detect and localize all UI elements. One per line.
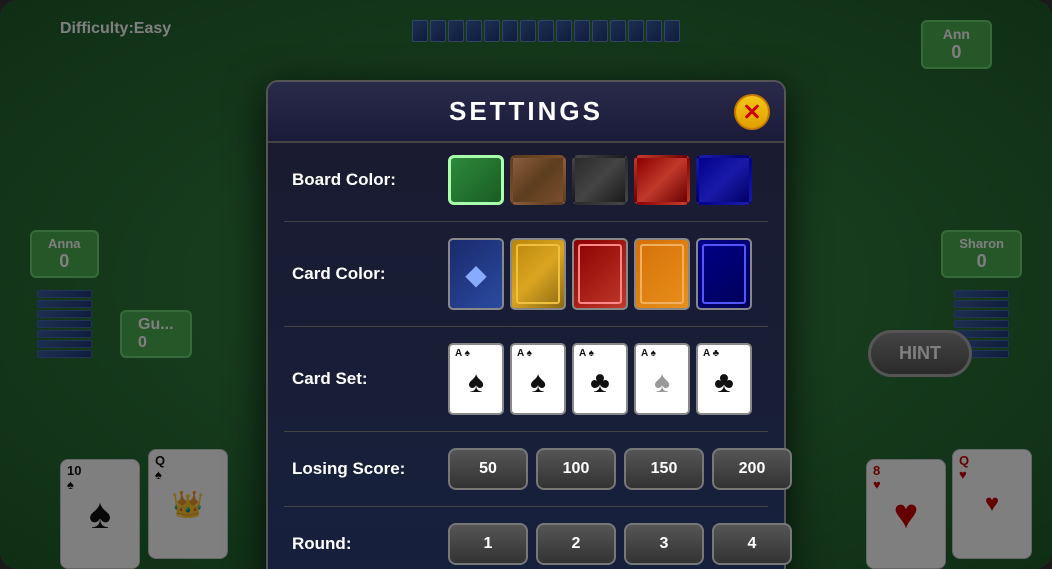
card-color-orange[interactable] bbox=[634, 238, 690, 310]
card-rank-label: A ♠ bbox=[579, 348, 594, 359]
board-color-label: Board Color: bbox=[292, 170, 432, 190]
board-color-green[interactable] bbox=[448, 155, 504, 205]
round-3-button[interactable]: 3 bbox=[624, 523, 704, 565]
score-50-button[interactable]: 50 bbox=[448, 448, 528, 490]
card-suit-icon: ♠ bbox=[530, 366, 546, 400]
card-color-label: Card Color: bbox=[292, 264, 432, 284]
card-set-2[interactable]: A ♠ ♠ bbox=[510, 343, 566, 415]
card-rank-label: A ♣ bbox=[703, 348, 719, 359]
card-set-3[interactable]: A ♠ ♣ bbox=[572, 343, 628, 415]
card-color-options bbox=[448, 238, 752, 310]
card-suit-icon: ♠ bbox=[468, 366, 484, 400]
card-set-label: Card Set: bbox=[292, 369, 432, 389]
round-1-button[interactable]: 1 bbox=[448, 523, 528, 565]
card-suit-icon: ♣ bbox=[714, 366, 734, 400]
round-2-button[interactable]: 2 bbox=[536, 523, 616, 565]
losing-score-label: Losing Score: bbox=[292, 459, 432, 479]
round-label: Round: bbox=[292, 534, 432, 554]
score-100-button[interactable]: 100 bbox=[536, 448, 616, 490]
card-color-dark-blue[interactable] bbox=[696, 238, 752, 310]
card-color-row: Card Color: bbox=[268, 226, 784, 322]
device-frame: Difficulty:Easy Ann 0 Anna 0 bbox=[0, 0, 1052, 569]
card-color-gold[interactable] bbox=[510, 238, 566, 310]
board-color-dark[interactable] bbox=[572, 155, 628, 205]
card-suit-icon: ♠ bbox=[654, 366, 670, 400]
divider-1 bbox=[284, 221, 768, 222]
divider-3 bbox=[284, 431, 768, 432]
card-set-1[interactable]: A ♠ ♠ bbox=[448, 343, 504, 415]
settings-header: SETTINGS bbox=[268, 82, 784, 143]
card-set-row: Card Set: A ♠ ♠ A ♠ ♠ A ♠ ♣ bbox=[268, 331, 784, 427]
card-suit-icon: ♣ bbox=[590, 366, 610, 400]
score-200-button[interactable]: 200 bbox=[712, 448, 792, 490]
card-rank-label: A ♠ bbox=[455, 348, 470, 359]
round-row: Round: 1 2 3 4 bbox=[268, 511, 784, 569]
card-set-5[interactable]: A ♣ ♣ bbox=[696, 343, 752, 415]
card-color-red[interactable] bbox=[572, 238, 628, 310]
card-rank-label: A ♠ bbox=[641, 348, 656, 359]
modal-overlay: SETTINGS Board Color: Card Color: bbox=[0, 0, 1052, 569]
board-color-red[interactable] bbox=[634, 155, 690, 205]
board-color-options bbox=[448, 155, 752, 205]
card-rank-label: A ♠ bbox=[517, 348, 532, 359]
card-set-4[interactable]: A ♠ ♠ bbox=[634, 343, 690, 415]
board-color-blue[interactable] bbox=[696, 155, 752, 205]
score-buttons: 50 100 150 200 bbox=[448, 448, 792, 490]
card-set-options: A ♠ ♠ A ♠ ♠ A ♠ ♣ A ♠ bbox=[448, 343, 752, 415]
board-color-wood[interactable] bbox=[510, 155, 566, 205]
round-buttons: 1 2 3 4 bbox=[448, 523, 792, 565]
card-color-blue-diamond[interactable] bbox=[448, 238, 504, 310]
score-150-button[interactable]: 150 bbox=[624, 448, 704, 490]
settings-modal: SETTINGS Board Color: Card Color: bbox=[266, 80, 786, 569]
board-color-row: Board Color: bbox=[268, 143, 784, 217]
divider-2 bbox=[284, 326, 768, 327]
divider-4 bbox=[284, 506, 768, 507]
losing-score-row: Losing Score: 50 100 150 200 bbox=[268, 436, 784, 502]
close-button[interactable] bbox=[734, 94, 770, 130]
round-4-button[interactable]: 4 bbox=[712, 523, 792, 565]
settings-title: SETTINGS bbox=[449, 96, 603, 126]
